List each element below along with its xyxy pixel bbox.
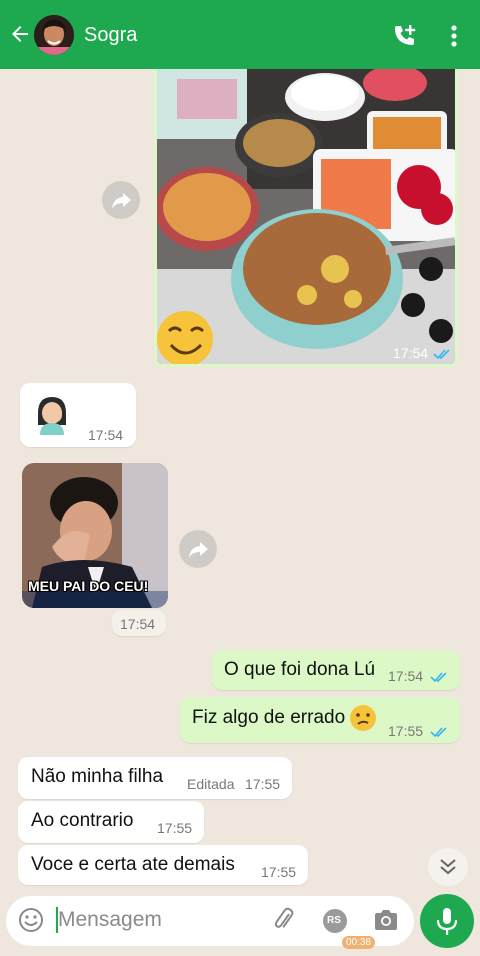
- incoming-message[interactable]: Não minha filha Editada 17:55: [18, 757, 292, 799]
- edited-label: Editada: [187, 776, 235, 792]
- scroll-to-bottom-button[interactable]: [428, 848, 468, 886]
- message-time: 17:55: [388, 723, 424, 739]
- message-time: 17:55: [245, 776, 281, 792]
- sticker-message[interactable]: 17:54: [20, 383, 136, 447]
- read-ticks-icon: [433, 349, 450, 360]
- read-ticks-icon: [430, 727, 447, 738]
- message-text: Não minha filha: [31, 766, 164, 787]
- attach-icon[interactable]: [270, 906, 298, 934]
- message-text: O que foi dona Lú: [224, 659, 376, 680]
- back-arrow-icon[interactable]: [8, 22, 32, 46]
- rs-badge-label: RS: [327, 915, 341, 926]
- camera-icon[interactable]: [372, 907, 400, 933]
- emoji-icon[interactable]: [18, 907, 44, 933]
- meme-sticker[interactable]: MEU PAI DO CEU!: [22, 463, 168, 608]
- message-text: Voce e certa ate demais: [31, 854, 235, 875]
- message-text: Ao contrario: [31, 810, 134, 831]
- chevron-double-down-icon: [440, 859, 456, 875]
- photo-time: 17:54: [393, 345, 429, 361]
- contact-name[interactable]: Sogra: [84, 24, 137, 47]
- more-vertical-icon[interactable]: [444, 22, 464, 50]
- facepalm-emoji-icon: [38, 397, 66, 435]
- outgoing-message[interactable]: O que foi dona Lú 17:54: [212, 650, 460, 690]
- sticker1-time: 17:54: [88, 427, 124, 443]
- sticker2-time: 17:54: [120, 616, 156, 632]
- worried-face-emoji-icon: [350, 705, 376, 731]
- food-photo-image: [157, 69, 455, 364]
- rs-badge[interactable]: RS: [323, 909, 347, 933]
- add-call-icon[interactable]: [390, 22, 418, 50]
- message-text: Fiz algo de errado: [192, 707, 346, 728]
- incoming-message[interactable]: Ao contrario 17:55: [18, 801, 204, 843]
- chat-header: Sogra: [0, 0, 480, 69]
- message-time: 17:54: [388, 668, 424, 684]
- sticker-caption: MEU PAI DO CEU!: [28, 578, 149, 594]
- message-time: 17:55: [157, 820, 193, 836]
- outgoing-message[interactable]: Fiz algo de errado 17:55: [180, 697, 460, 743]
- read-ticks-icon: [430, 672, 447, 683]
- mic-icon: [436, 908, 458, 935]
- forward-icon: [189, 542, 208, 558]
- avatar[interactable]: [34, 15, 74, 55]
- mic-button[interactable]: [420, 894, 474, 948]
- food-photo-message[interactable]: 17:54: [154, 69, 458, 367]
- incoming-message[interactable]: Voce e certa ate demais 17:55: [18, 845, 308, 885]
- forward-icon: [112, 193, 131, 209]
- recording-timer: 00:38: [342, 936, 376, 949]
- message-input[interactable]: Mensagem: [58, 908, 162, 932]
- sticker2-time-chip: 17:54: [112, 610, 166, 636]
- message-time: 17:55: [261, 864, 297, 880]
- forward-button[interactable]: [102, 181, 140, 219]
- forward-button-2[interactable]: [179, 530, 217, 568]
